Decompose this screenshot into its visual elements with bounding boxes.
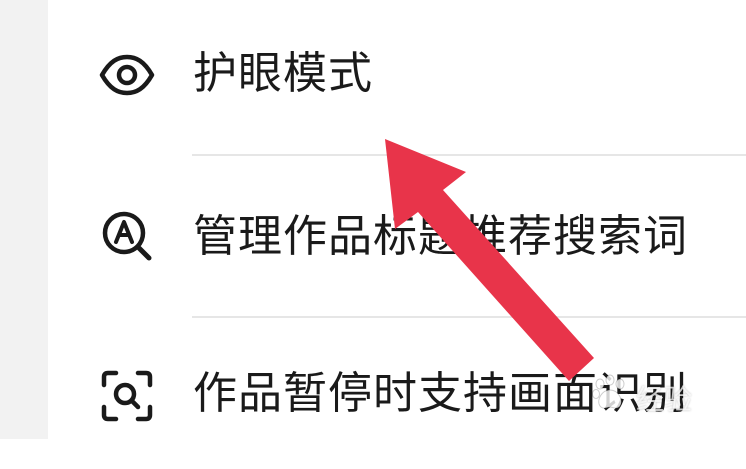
menu-item-manage-search-words[interactable]: 管理作品标题推荐搜索词 bbox=[48, 157, 746, 307]
menu-item-label: 作品暂停时支持画面识别 bbox=[193, 368, 688, 419]
search-a-icon bbox=[98, 207, 156, 265]
eye-icon bbox=[98, 46, 156, 104]
menu-item-eye-protection-mode[interactable]: 护眼模式 bbox=[48, 0, 746, 150]
left-panel-strip bbox=[0, 0, 48, 439]
settings-menu: 护眼模式 管理作品标题推荐搜索词 作品暂停时支持画面识别 bbox=[48, 0, 746, 439]
menu-item-pause-image-recognition[interactable]: 作品暂停时支持画面识别 bbox=[48, 319, 746, 469]
menu-item-label: 管理作品标题推荐搜索词 bbox=[193, 211, 688, 262]
divider bbox=[192, 154, 746, 156]
menu-item-label: 护眼模式 bbox=[193, 48, 373, 99]
scan-search-icon bbox=[98, 367, 156, 425]
divider bbox=[192, 316, 746, 318]
